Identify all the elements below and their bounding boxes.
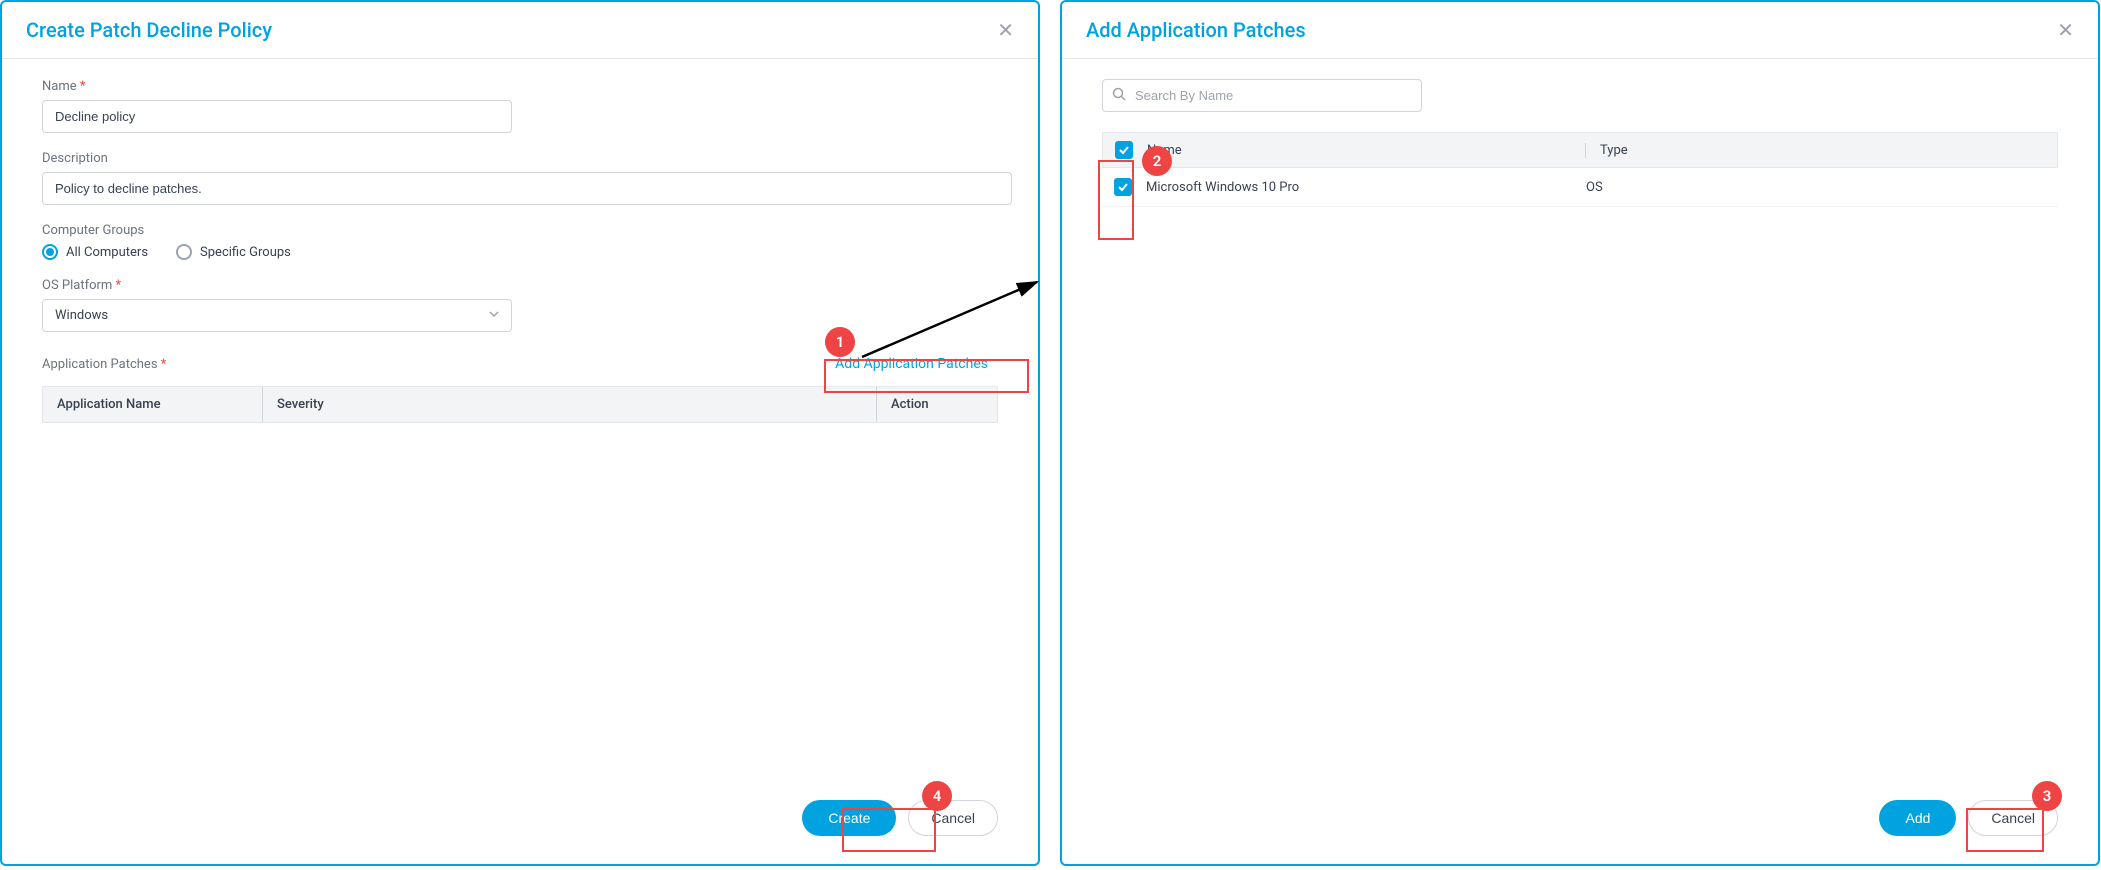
description-field-group: Description	[42, 151, 998, 205]
os-platform-label: OS Platform	[42, 278, 998, 293]
computer-groups-group: Computer Groups All Computers Specific G…	[42, 223, 998, 260]
dialog-title: Create Patch Decline Policy	[26, 18, 272, 42]
add-button[interactable]: Add	[1879, 800, 1956, 836]
close-icon[interactable]: ✕	[997, 20, 1014, 40]
row-type: OS	[1586, 180, 2046, 195]
description-input[interactable]	[42, 172, 1012, 205]
name-label: Name	[42, 79, 998, 94]
close-icon[interactable]: ✕	[2057, 20, 2074, 40]
column-action: Action	[877, 387, 997, 422]
radio-all-computers[interactable]: All Computers	[42, 244, 148, 260]
annotation-callout-3: 3	[2032, 781, 2062, 811]
application-patches-group: Application Patches Add Application Patc…	[42, 350, 998, 423]
application-patches-table-header: Application Name Severity Action	[42, 386, 998, 423]
os-platform-group: OS Platform Windows	[42, 278, 998, 332]
dialog-footer: Add Cancel	[1062, 780, 2098, 864]
create-button[interactable]: Create	[802, 800, 896, 836]
add-application-patches-dialog: Add Application Patches ✕ Name Type Micr…	[1060, 0, 2100, 866]
column-severity: Severity	[263, 387, 877, 422]
dialog-title: Add Application Patches	[1086, 18, 1306, 42]
os-platform-select[interactable]: Windows	[42, 299, 512, 332]
radio-icon	[176, 244, 192, 260]
row-name: Microsoft Windows 10 Pro	[1146, 180, 1572, 195]
patches-table-header: Name Type	[1102, 132, 2058, 168]
name-field-group: Name	[42, 79, 998, 133]
annotation-callout-1: 1	[825, 327, 855, 357]
radio-all-computers-label: All Computers	[66, 245, 148, 260]
table-row[interactable]: Microsoft Windows 10 Pro OS	[1102, 168, 2058, 207]
dialog-body: Name Type Microsoft Windows 10 Pro OS	[1062, 59, 2098, 780]
dialog-footer: Create Cancel	[2, 780, 1038, 864]
column-type: Type	[1585, 143, 2045, 158]
computer-groups-label: Computer Groups	[42, 223, 998, 238]
description-label: Description	[42, 151, 998, 166]
cancel-button[interactable]: Cancel	[908, 800, 998, 836]
search-wrap	[1102, 79, 1422, 112]
create-patch-decline-policy-dialog: Create Patch Decline Policy ✕ Name Descr…	[0, 0, 1040, 866]
search-input[interactable]	[1102, 79, 1422, 112]
annotation-callout-2: 2	[1142, 146, 1172, 176]
row-checkbox[interactable]	[1114, 178, 1132, 196]
application-patches-label: Application Patches	[42, 357, 166, 372]
computer-groups-radios: All Computers Specific Groups	[42, 244, 998, 260]
select-all-checkbox[interactable]	[1115, 141, 1133, 159]
annotation-callout-4: 4	[922, 781, 952, 811]
column-application-name: Application Name	[43, 387, 263, 422]
radio-specific-groups[interactable]: Specific Groups	[176, 244, 291, 260]
search-icon	[1112, 87, 1126, 105]
application-patches-header-row: Application Patches Add Application Patc…	[42, 350, 998, 378]
dialog-header: Add Application Patches ✕	[1062, 2, 2098, 59]
dialog-body: Name Description Computer Groups All Com…	[2, 59, 1038, 780]
add-application-patches-link[interactable]: Add Application Patches	[825, 350, 998, 378]
os-platform-value: Windows	[42, 299, 512, 332]
column-name: Name	[1147, 143, 1571, 158]
radio-specific-groups-label: Specific Groups	[200, 245, 291, 260]
name-input[interactable]	[42, 100, 512, 133]
dialog-header: Create Patch Decline Policy ✕	[2, 2, 1038, 59]
radio-icon	[42, 244, 58, 260]
